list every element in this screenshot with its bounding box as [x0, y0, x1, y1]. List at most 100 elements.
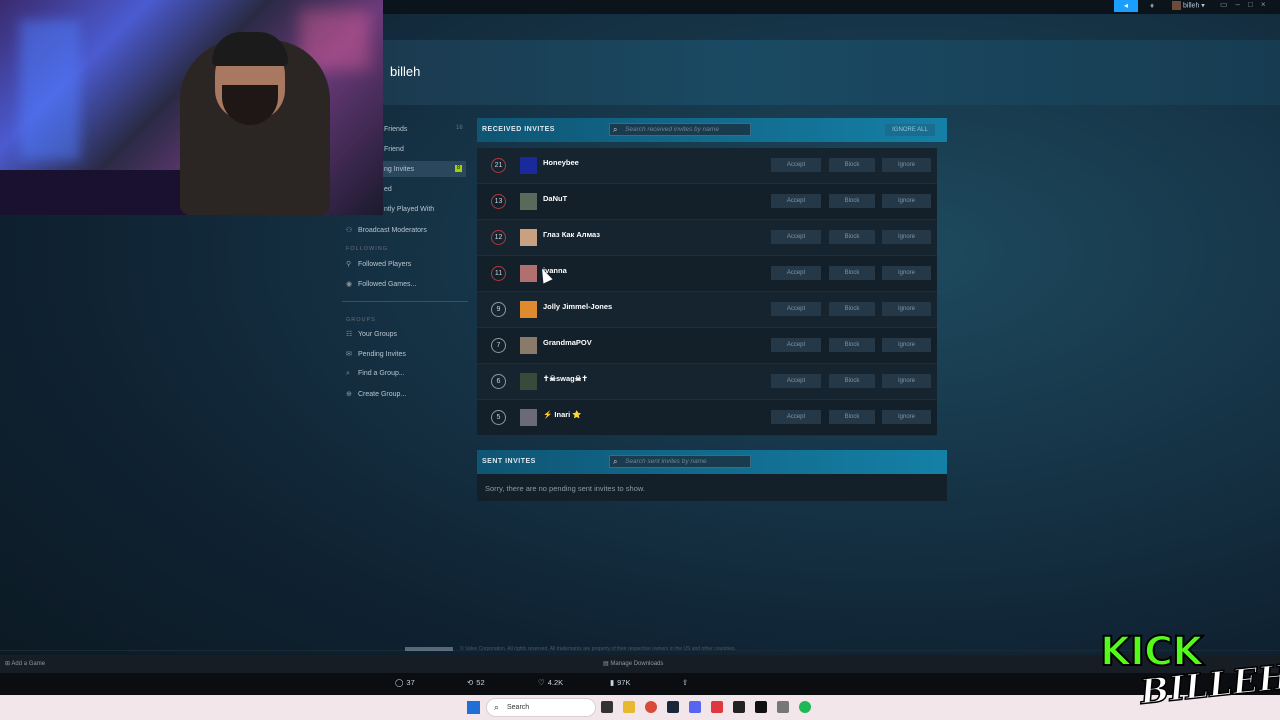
comments-stat[interactable]: ◯ 37: [395, 678, 415, 687]
steam-level-badge: 7: [491, 338, 506, 353]
terminal-icon[interactable]: [733, 701, 745, 713]
received-invites-panel: RECEIVED INVITES ⌕ Search received invit…: [477, 118, 947, 142]
kick-billeh-logo: KICK BILLEH: [1099, 628, 1280, 714]
received-invites-title: RECEIVED INVITES: [482, 126, 555, 133]
sidebar-item-followed-players[interactable]: ⚲ Followed Players: [346, 260, 411, 268]
sidebar-item-recently-played[interactable]: ntly Played With: [384, 206, 434, 213]
followed-players-icon: ⚲: [346, 261, 352, 268]
window-controls[interactable]: ▭–□×: [1220, 0, 1274, 9]
sidebar-item-add-friend[interactable]: Friend: [384, 146, 404, 153]
accept-button[interactable]: Accept: [771, 338, 821, 352]
manage-downloads-button[interactable]: ▤ Manage Downloads: [603, 660, 663, 667]
block-button[interactable]: Block: [829, 158, 875, 172]
invite-player-name[interactable]: GrandmaPOV: [543, 338, 592, 347]
sidebar-item-your-groups[interactable]: ☷ Your Groups: [346, 330, 397, 338]
plus-icon: ⊕: [346, 391, 352, 398]
sidebar-item-group-pending-invites[interactable]: ✉ Pending Invites: [346, 350, 406, 358]
ignore-button[interactable]: Ignore: [882, 230, 931, 244]
accept-button[interactable]: Accept: [771, 230, 821, 244]
views-stat[interactable]: ▮ 97K: [610, 678, 631, 687]
sidebar-item-pending-invites[interactable]: ng Invites: [384, 166, 414, 173]
search-icon: ⌕: [494, 702, 500, 712]
friends-count: 16: [456, 125, 463, 131]
invite-player-name[interactable]: ⚡ Inari ⭐: [543, 410, 582, 419]
sidebar-item-friends[interactable]: Friends: [384, 126, 407, 133]
avatar[interactable]: [520, 337, 537, 354]
accept-button[interactable]: Accept: [771, 266, 821, 280]
block-button[interactable]: Block: [829, 338, 875, 352]
sent-invites-header: SENT INVITES ⌕ Search sent invites by na…: [477, 450, 947, 474]
block-button[interactable]: Block: [829, 374, 875, 388]
app-icon[interactable]: [711, 701, 723, 713]
avatar: [1172, 1, 1181, 10]
ignore-button[interactable]: Ignore: [882, 410, 931, 424]
sidebar-item-followed-games[interactable]: ◉ Followed Games...: [346, 280, 416, 288]
accept-button[interactable]: Accept: [771, 194, 821, 208]
task-view-icon[interactable]: [601, 701, 613, 713]
steam-level-badge: 9: [491, 302, 506, 317]
avatar[interactable]: [520, 229, 537, 246]
block-button[interactable]: Block: [829, 410, 875, 424]
ignore-all-button[interactable]: IGNORE ALL: [885, 124, 935, 136]
broadcast-icon[interactable]: ◂: [1114, 0, 1138, 12]
sidebar-item-find-group[interactable]: ⌕ Find a Group...: [346, 370, 405, 378]
ignore-button[interactable]: Ignore: [882, 338, 931, 352]
comment-icon: ◯: [395, 678, 404, 687]
windows-taskbar: ⌕ Search: [0, 695, 1280, 720]
block-button[interactable]: Block: [829, 194, 875, 208]
avatar[interactable]: [520, 157, 537, 174]
notification-bell-icon[interactable]: ♦: [1150, 1, 1154, 10]
windows-start-icon[interactable]: [467, 701, 480, 714]
discord-icon[interactable]: [689, 701, 701, 713]
received-invites-header: RECEIVED INVITES ⌕ Search received invit…: [477, 118, 947, 142]
taskbar-search[interactable]: ⌕ Search: [486, 698, 596, 717]
accept-button[interactable]: Accept: [771, 374, 821, 388]
chrome-icon[interactable]: [645, 701, 657, 713]
steam-level-badge: 6: [491, 374, 506, 389]
search-icon: ⌕: [346, 370, 350, 377]
avatar[interactable]: [520, 193, 537, 210]
invite-player-name[interactable]: Глаз Как Алмаз: [543, 230, 600, 239]
obs-icon[interactable]: [755, 701, 767, 713]
accept-button[interactable]: Accept: [771, 302, 821, 316]
sidebar-item-create-group[interactable]: ⊕ Create Group...: [346, 390, 406, 398]
accept-button[interactable]: Accept: [771, 410, 821, 424]
ignore-button[interactable]: Ignore: [882, 302, 931, 316]
steam-icon[interactable]: [667, 701, 679, 713]
account-username: billeh: [1183, 2, 1200, 10]
block-button[interactable]: Block: [829, 230, 875, 244]
ignore-button[interactable]: Ignore: [882, 194, 931, 208]
block-button[interactable]: Block: [829, 302, 875, 316]
block-button[interactable]: Block: [829, 266, 875, 280]
invite-player-name[interactable]: Honeybee: [543, 158, 579, 167]
avatar[interactable]: [520, 373, 537, 390]
received-search-input[interactable]: ⌕ Search received invites by name: [609, 123, 751, 136]
sent-invites-panel: SENT INVITES ⌕ Search sent invites by na…: [477, 450, 947, 474]
likes-stat[interactable]: ♡ 4.2K: [538, 678, 563, 687]
ignore-button[interactable]: Ignore: [882, 158, 931, 172]
invite-player-name[interactable]: DaNuT: [543, 194, 567, 203]
sidebar-item-blocked[interactable]: ed: [384, 186, 392, 193]
share-icon[interactable]: ⇧: [682, 678, 688, 687]
ignore-button[interactable]: Ignore: [882, 374, 931, 388]
file-explorer-icon[interactable]: [623, 701, 635, 713]
avatar[interactable]: [520, 409, 537, 426]
invite-row: 12 Глаз Как Алмаз Accept Block Ignore: [477, 220, 937, 256]
invite-player-name[interactable]: Jolly Jimmel-Jones: [543, 302, 612, 311]
sent-invites-body: Sorry, there are no pending sent invites…: [477, 474, 947, 501]
steam-level-badge: 11: [491, 266, 506, 281]
sent-search-input[interactable]: ⌕ Search sent invites by name: [609, 455, 751, 468]
invite-player-name[interactable]: ✝☠swag☠✝: [543, 374, 588, 383]
avatar[interactable]: [520, 265, 537, 282]
spotify-icon[interactable]: [799, 701, 811, 713]
steam-level-badge: 13: [491, 194, 506, 209]
accept-button[interactable]: Accept: [771, 158, 821, 172]
add-game-button[interactable]: ⊞ Add a Game: [5, 660, 45, 667]
reposts-stat[interactable]: ⟲ 52: [467, 678, 485, 687]
ignore-button[interactable]: Ignore: [882, 266, 931, 280]
sidebar-item-broadcast-moderators[interactable]: ⚇ Broadcast Moderators: [346, 226, 427, 234]
avatar[interactable]: [520, 301, 537, 318]
settings-icon[interactable]: [777, 701, 789, 713]
bar-chart-icon: ▮: [610, 678, 615, 687]
account-menu[interactable]: billeh ▾: [1172, 1, 1205, 10]
